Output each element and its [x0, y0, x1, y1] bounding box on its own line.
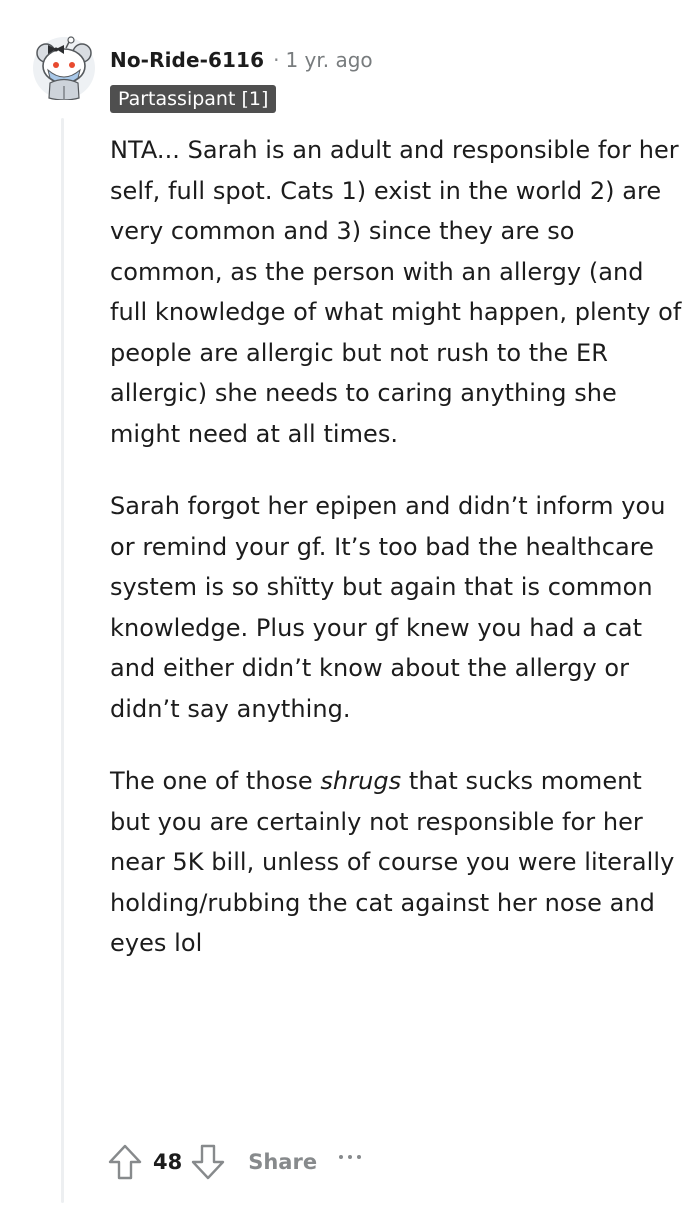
- meta-separator: ·: [273, 48, 280, 72]
- upvote-arrow-icon: [108, 1144, 142, 1180]
- comment-body: NTA... Sarah is an adult and responsible…: [110, 130, 685, 996]
- snoo-avatar-icon: [33, 36, 95, 100]
- comment-paragraph: NTA... Sarah is an adult and responsible…: [110, 136, 682, 448]
- username-link[interactable]: No-Ride-6116: [110, 48, 264, 72]
- downvote-button[interactable]: [188, 1140, 228, 1184]
- comment-action-bar: 48 Share: [105, 1140, 362, 1184]
- more-dot: [348, 1155, 353, 1159]
- more-dot: [357, 1155, 362, 1159]
- comment-header: No-Ride-6116 · 1 yr. ago: [110, 44, 373, 76]
- comment-thread-line[interactable]: [61, 118, 64, 1203]
- comment-paragraph: The one of those shrugs that sucks momen…: [110, 761, 685, 964]
- user-flair-badge: Partassipant [1]: [110, 85, 277, 113]
- share-button[interactable]: Share: [248, 1150, 317, 1174]
- paragraph-text-before: The one of those: [110, 767, 321, 795]
- vote-score: 48: [153, 1150, 183, 1174]
- upvote-button[interactable]: [105, 1140, 145, 1184]
- downvote-arrow-icon: [192, 1144, 225, 1180]
- comment-paragraph: Sarah forgot her epipen and didn’t infor…: [110, 492, 666, 723]
- more-options-icon[interactable]: [339, 1140, 362, 1184]
- more-dot: [339, 1155, 344, 1159]
- emphasis-text: shrugs: [320, 767, 402, 795]
- comment-timestamp[interactable]: 1 yr. ago: [285, 48, 372, 72]
- paragraph-text-after: that sucks moment but you are certainly …: [110, 767, 675, 957]
- user-avatar[interactable]: [32, 36, 96, 100]
